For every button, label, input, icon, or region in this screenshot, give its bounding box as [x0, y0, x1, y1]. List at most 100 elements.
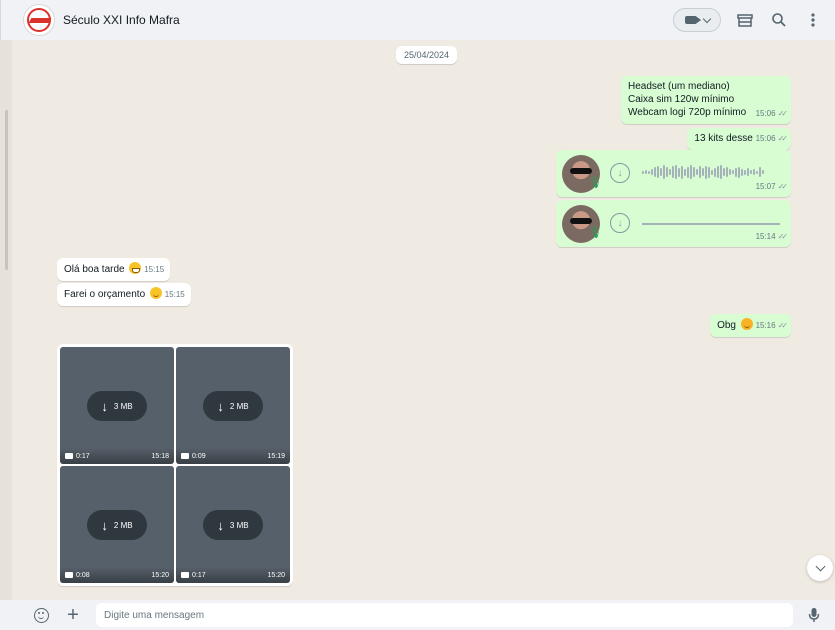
message-meta: 15:14 ✓✓	[756, 230, 789, 243]
video-duration: 0:09	[192, 452, 206, 460]
video-info: 0:08 15:20	[60, 567, 174, 583]
download-button[interactable]: ↓ 2 MB	[203, 391, 263, 421]
waveform-bar	[663, 165, 665, 179]
voice-message[interactable]: 🎙 ↓ 15:07 ✓✓	[556, 150, 791, 197]
plus-icon: +	[67, 604, 79, 626]
scroll-to-bottom-button[interactable]	[807, 555, 833, 581]
waveform-bar	[651, 169, 653, 175]
video-info: 0:09 15:19	[176, 448, 290, 464]
sidebar-edge	[0, 40, 12, 600]
message-line: Caixa sim 120w mínimo	[628, 94, 735, 105]
shop-icon	[737, 14, 753, 27]
message-meta: 15:07 ✓✓	[755, 180, 789, 193]
message-bubble[interactable]: Obg 15:16 ✓✓	[710, 314, 791, 337]
video-duration: 0:08	[76, 571, 90, 579]
waveform-bar	[729, 169, 731, 175]
download-button[interactable]: ↓	[610, 163, 630, 183]
download-arrow-icon: ↓	[217, 398, 224, 414]
read-ticks-icon: ✓✓	[777, 134, 789, 143]
message-time: 15:19	[267, 452, 285, 460]
download-arrow-icon: ↓	[101, 517, 108, 533]
waveform[interactable]	[642, 223, 780, 225]
waveform-bar	[669, 169, 671, 175]
message-time: 15:06	[755, 134, 776, 143]
search-icon	[772, 13, 786, 27]
chat-header: Século XXI Info Mafra	[0, 0, 835, 40]
file-size: 3 MB	[229, 520, 249, 530]
waveform-bar	[672, 166, 674, 178]
attach-button[interactable]: +	[64, 604, 82, 626]
waveform-bar	[702, 168, 704, 176]
video-call-button[interactable]	[673, 8, 721, 32]
waveform-bar	[675, 165, 677, 179]
search-button[interactable]	[769, 10, 789, 30]
message-time: 15:07	[755, 182, 776, 191]
media-album: ↓ 3 MB 0:17 15:18 ↓ 2 MB 0:09 15:19 ↓ 2 MB 0:…	[57, 344, 293, 586]
message-time: 15:15	[164, 290, 185, 299]
voice-record-button[interactable]	[805, 606, 823, 624]
video-camera-icon	[181, 453, 189, 459]
more-vertical-icon	[811, 13, 815, 27]
waveform-bar	[747, 168, 749, 176]
waveform[interactable]	[642, 162, 764, 182]
media-grid: ↓ 3 MB 0:17 15:18 ↓ 2 MB 0:09 15:19 ↓ 2 MB 0:…	[60, 347, 290, 583]
menu-button[interactable]	[803, 10, 823, 30]
emoji-button[interactable]	[32, 606, 50, 624]
date-chip: 25/04/2024	[396, 46, 458, 64]
file-size: 2 MB	[113, 520, 133, 530]
waveform-bar	[678, 167, 680, 177]
chat-area: 25/04/2024 Headset (um mediano) Caixa si…	[12, 40, 835, 600]
waveform-bar	[741, 168, 743, 176]
chevron-down-icon	[815, 561, 825, 571]
waveform-bar	[684, 168, 686, 176]
waveform-bar	[717, 166, 719, 178]
header-actions	[673, 8, 823, 32]
message-text: Obg	[717, 320, 736, 331]
waveform-bar	[690, 165, 692, 179]
video-camera-icon	[65, 453, 73, 459]
catalog-button[interactable]	[735, 10, 755, 30]
waveform-bar	[750, 170, 752, 174]
download-button[interactable]: ↓	[610, 213, 630, 233]
message-time: 15:06	[755, 109, 776, 118]
mic-icon: 🎙	[588, 177, 602, 189]
download-button[interactable]: ↓ 3 MB	[203, 510, 263, 540]
message-meta: 15:06 ✓✓	[755, 107, 789, 120]
video-thumbnail[interactable]: ↓ 2 MB 0:09 15:19	[176, 347, 290, 464]
download-button[interactable]: ↓ 2 MB	[87, 510, 147, 540]
video-camera-icon	[684, 16, 701, 24]
video-thumbnail[interactable]: ↓ 3 MB 0:17 15:20	[176, 466, 290, 583]
waveform-bar	[723, 168, 725, 176]
message-bubble[interactable]: Headset (um mediano) Caixa sim 120w míni…	[621, 76, 791, 124]
voice-message[interactable]: 🎙 ↓ 15:14 ✓✓	[556, 200, 791, 247]
video-info: 0:17 15:18	[60, 448, 174, 464]
video-camera-icon	[65, 572, 73, 578]
waveform-bar	[654, 167, 656, 177]
message-input[interactable]	[96, 603, 793, 627]
waveform-bar	[744, 169, 746, 175]
scrollbar-thumb[interactable]	[5, 110, 8, 270]
waveform-bar	[657, 166, 659, 178]
contact-name[interactable]: Século XXI Info Mafra	[63, 13, 180, 27]
waveform-bar	[732, 170, 734, 174]
message-time: 15:20	[267, 571, 285, 579]
message-bubble[interactable]: Farei o orçamento 15:15	[57, 283, 191, 306]
video-thumbnail[interactable]: ↓ 2 MB 0:08 15:20	[60, 466, 174, 583]
waveform-bar	[648, 170, 650, 174]
smiley-icon	[33, 607, 49, 623]
download-arrow-icon: ↓	[101, 398, 108, 414]
waveform-bar	[726, 167, 728, 177]
waveform-bar	[714, 167, 716, 177]
video-duration: 0:17	[76, 452, 90, 460]
read-ticks-icon: ✓✓	[777, 182, 789, 191]
message-line: Headset (um mediano)	[628, 81, 730, 92]
video-info: 0:17 15:20	[176, 567, 290, 583]
video-thumbnail[interactable]: ↓ 3 MB 0:17 15:18	[60, 347, 174, 464]
message-bubble[interactable]: Olá boa tarde 15:15	[57, 258, 171, 281]
smiling-face-icon	[740, 318, 753, 330]
message-bubble[interactable]: 13 kits desse 15:06 ✓✓	[687, 128, 791, 150]
video-camera-icon	[181, 572, 189, 578]
contact-avatar[interactable]	[23, 4, 55, 36]
download-button[interactable]: ↓ 3 MB	[87, 391, 147, 421]
read-ticks-icon: ✓✓	[777, 321, 789, 330]
